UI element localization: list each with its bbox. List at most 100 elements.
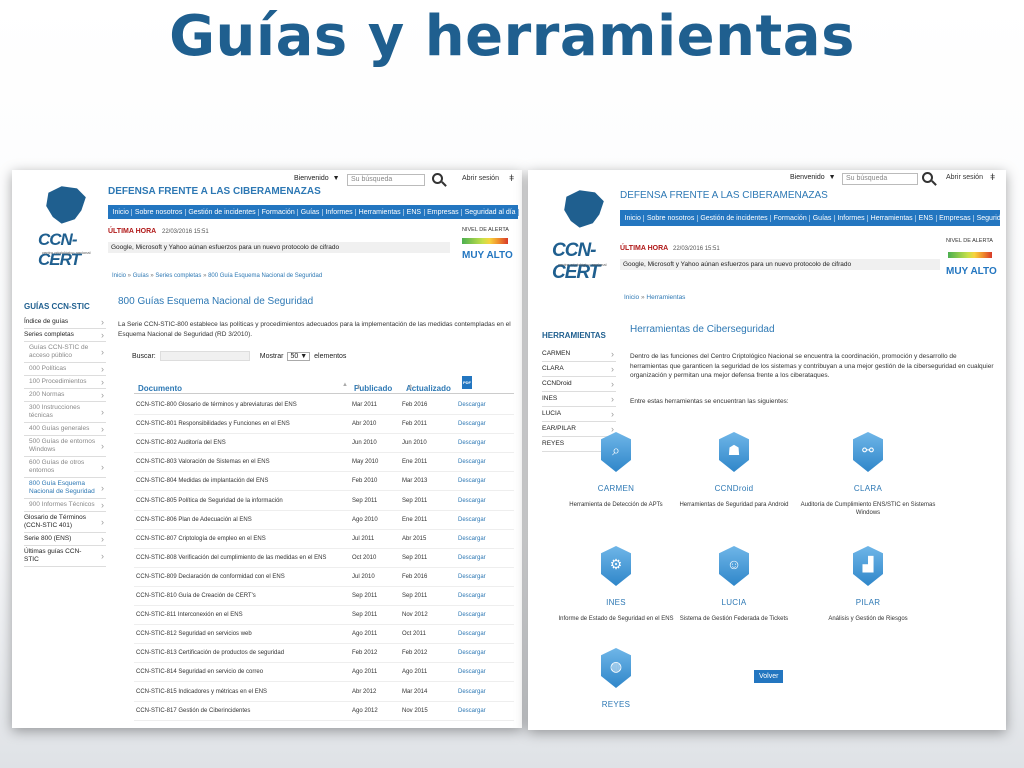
download-link[interactable]: Descargar xyxy=(458,650,486,656)
breadcrumb-item[interactable]: 800 Guía Esquema Nacional de Seguridad xyxy=(208,273,322,279)
globe-icon-glyph: ◍ xyxy=(609,658,623,674)
magnifier-icon-glyph: ⌕ xyxy=(612,442,620,458)
cell-documento: CCN-STIC-812 Seguridad en servicios web xyxy=(136,631,252,638)
breadcrumb-item[interactable]: Inicio xyxy=(112,273,126,279)
sidebar-item[interactable]: 400 Guías generales xyxy=(24,423,106,436)
nav-item[interactable]: Formación xyxy=(259,208,299,216)
download-link[interactable]: Descargar xyxy=(458,689,486,695)
breadcrumb-item[interactable]: Herramientas xyxy=(646,294,685,301)
download-link[interactable]: Descargar xyxy=(458,574,486,580)
news-ticker[interactable]: Google, Microsoft y Yahoo aúnan esfuerzo… xyxy=(620,259,940,270)
tool-card[interactable]: ◍ REYES xyxy=(546,648,686,709)
download-link[interactable]: Descargar xyxy=(458,517,486,523)
breadcrumb-item[interactable]: Inicio xyxy=(624,294,639,301)
nav-item[interactable]: Formación xyxy=(771,214,811,222)
sidebar-item[interactable]: Últimas guías CCN-STIC xyxy=(24,546,106,567)
sidebar-item[interactable]: 600 Guías de otros entornos xyxy=(24,457,106,478)
download-link[interactable]: Descargar xyxy=(458,402,486,408)
sidebar-item[interactable]: CLARA xyxy=(542,362,616,377)
nav-item[interactable]: ENS xyxy=(404,208,425,216)
intro-text: La Serie CCN-STIC-800 establece las polí… xyxy=(118,321,511,338)
nav-item[interactable]: Herramientas xyxy=(868,214,917,222)
table-row: CCN-STIC-814 Seguridad en servicio de co… xyxy=(134,663,514,683)
nav-item[interactable]: Empresas xyxy=(425,208,463,216)
sidebar-item[interactable]: Series completas xyxy=(24,329,106,342)
nav-item[interactable]: Seguridad al día xyxy=(974,215,1006,222)
page-size-select[interactable]: 50 ▼ xyxy=(287,351,311,361)
sidebar-item[interactable]: Guías CCN-STIC de acceso público xyxy=(24,342,106,363)
nav-item[interactable]: Empresas xyxy=(937,214,975,222)
download-link[interactable]: Descargar xyxy=(458,536,486,542)
download-link[interactable]: Descargar xyxy=(458,555,486,561)
download-link[interactable]: Descargar xyxy=(458,669,486,675)
nav-item[interactable]: Guías xyxy=(810,214,835,222)
nav-item[interactable]: Inicio xyxy=(110,208,133,216)
breadcrumb-item[interactable]: Guías xyxy=(133,273,149,279)
tool-card[interactable]: ⚯ CLARA Auditoría de Cumplimiento ENS/STIC… xyxy=(798,432,938,517)
ultima-hora-date: 22/03/2016 15:51 xyxy=(162,229,209,235)
sidebar-item[interactable]: CARMEN xyxy=(542,347,616,362)
tool-card[interactable]: ☺ LUCIA Sistema de Gestión Federada de Tic… xyxy=(664,546,804,623)
logo[interactable]: CCN-CERT centro criptológico nacional xyxy=(542,186,632,283)
sidebar-item[interactable]: 000 Políticas xyxy=(24,363,106,376)
table-search-input[interactable] xyxy=(159,351,250,361)
nav-item[interactable]: Guías xyxy=(298,208,323,216)
nav-item[interactable]: Gestión de incidentes xyxy=(698,214,772,222)
cell-publicado: Ago 2011 xyxy=(352,669,378,676)
nav-item[interactable]: Herramientas xyxy=(356,208,405,216)
greeting[interactable]: Bienvenido ▼ xyxy=(790,174,836,181)
sidebar-item[interactable]: Serie 800 (ENS) xyxy=(24,533,106,546)
nav-item[interactable]: Informes xyxy=(323,208,357,216)
download-link[interactable]: Descargar xyxy=(458,708,486,714)
tool-card[interactable]: ▟ PILAR Análisis y Gestión de Riesgos xyxy=(798,546,938,623)
search-input[interactable]: Su búsqueda xyxy=(347,174,425,186)
page-heading: 800 Guías Esquema Nacional de Seguridad xyxy=(118,296,314,307)
tool-card[interactable]: ☗ CCNDroid Herramientas de Seguridad para … xyxy=(664,432,804,509)
nav-item[interactable]: Gestión de incidentes xyxy=(186,208,260,216)
sidebar-item[interactable]: 200 Normas xyxy=(24,389,106,402)
login-link[interactable]: Abrir sesión xyxy=(462,175,499,182)
search-icon[interactable] xyxy=(922,172,933,183)
download-link[interactable]: Descargar xyxy=(458,459,486,465)
volver-button[interactable]: Volver xyxy=(754,670,784,683)
sidebar-item[interactable]: Índice de guías xyxy=(24,316,106,329)
search-input[interactable]: Su búsqueda xyxy=(842,173,918,185)
cell-publicado: Feb 2012 xyxy=(352,650,378,657)
sidebar-item[interactable]: Glosario de Términos (CCN-STIC 401) xyxy=(24,512,106,533)
download-link[interactable]: Descargar xyxy=(458,498,486,504)
sidebar-item[interactable]: 100 Procedimientos xyxy=(24,376,106,389)
login-link[interactable]: Abrir sesión xyxy=(946,174,983,181)
download-link[interactable]: Descargar xyxy=(458,478,486,484)
android-icon: ☗ xyxy=(719,432,749,472)
sidebar-item[interactable]: 900 Informes Técnicos xyxy=(24,499,106,512)
nav-item[interactable]: Inicio xyxy=(622,214,645,222)
pin-icon[interactable]: ǂ xyxy=(990,172,995,182)
guias-screenshot: Bienvenido ▼ Su búsqueda Abrir sesión ǂ … xyxy=(12,170,522,728)
nav-item[interactable]: Sobre nosotros xyxy=(132,208,186,216)
sidebar-item[interactable]: 800 Guía Esquema Nacional de Seguridad xyxy=(24,478,106,499)
search-icon[interactable] xyxy=(432,173,443,184)
nav-item[interactable]: Sobre nosotros xyxy=(644,214,698,222)
table-row: CCN-STIC-803 Valoración de Sistemas en e… xyxy=(134,453,514,473)
pin-icon[interactable]: ǂ xyxy=(509,173,514,183)
logo[interactable]: CCN-CERT centro criptológico nacional xyxy=(24,182,114,269)
nav-item[interactable]: Seguridad al día xyxy=(462,208,520,216)
news-ticker[interactable]: Google, Microsoft y Yahoo aúnan esfuerzo… xyxy=(108,242,450,253)
sidebar-item[interactable]: INES xyxy=(542,392,616,407)
download-link[interactable]: Descargar xyxy=(458,421,486,427)
download-link[interactable]: Descargar xyxy=(458,631,486,637)
tool-description: Auditoría de Cumplimiento ENS/STIC en Si… xyxy=(800,502,936,516)
nav-item[interactable]: Informes xyxy=(835,214,869,222)
download-link[interactable]: Descargar xyxy=(458,612,486,618)
sidebar-item[interactable]: CCNDroid xyxy=(542,377,616,392)
col-documento-label: Documento xyxy=(138,384,182,393)
sidebar-item[interactable]: 300 Instrucciones técnicas xyxy=(24,402,106,423)
download-link[interactable]: Descargar xyxy=(458,593,486,599)
sidebar-item[interactable]: LUCIA xyxy=(542,407,616,422)
greeting[interactable]: Bienvenido ▼ xyxy=(294,175,340,182)
download-link[interactable]: Descargar xyxy=(458,440,486,446)
nav-item[interactable]: ENS xyxy=(916,214,937,222)
nav-item[interactable]: Registro xyxy=(519,209,523,216)
sidebar-item[interactable]: 500 Guías de entornos Windows xyxy=(24,436,106,457)
breadcrumb-item[interactable]: Series completas xyxy=(155,273,201,279)
